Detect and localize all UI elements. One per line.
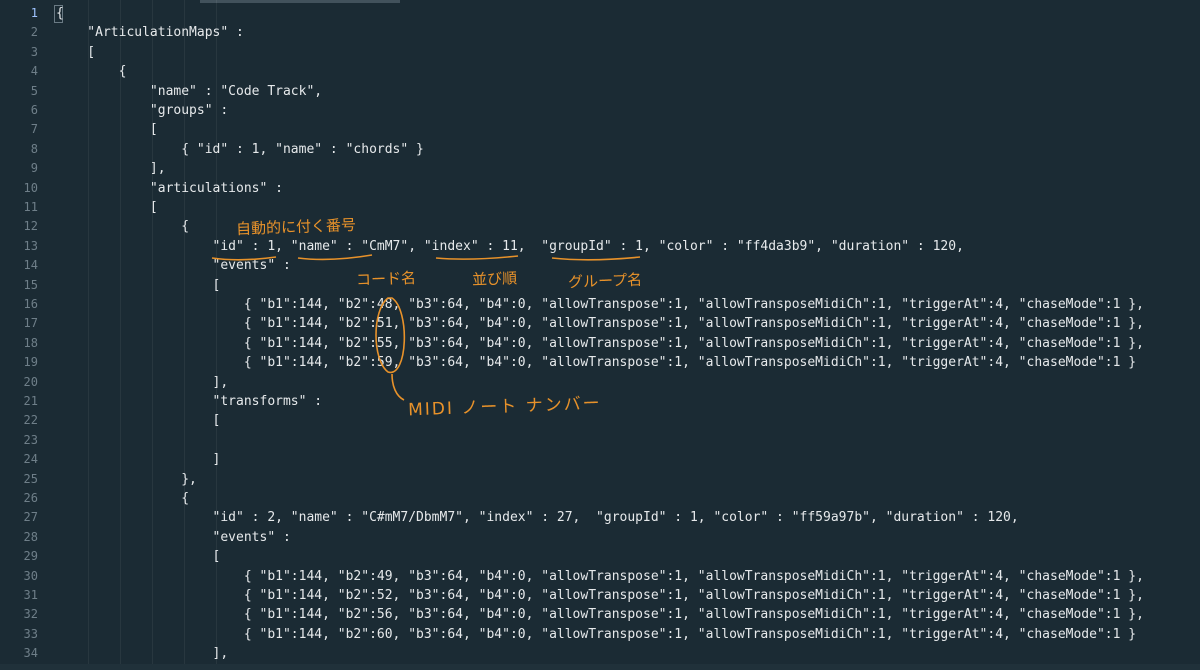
line-number: 11 — [23, 200, 38, 214]
line-number: 1 — [30, 6, 38, 20]
line-number: 21 — [23, 394, 38, 408]
code-line[interactable]: { "b1":144, "b2":59, "b3":64, "b4":0, "a… — [56, 353, 1136, 372]
code-line[interactable]: { — [56, 217, 189, 236]
code-line[interactable]: [ — [56, 547, 221, 566]
code-line[interactable]: [ — [56, 198, 158, 217]
annotation-group-name: グループ名 — [567, 270, 643, 292]
line-number: 15 — [23, 277, 38, 292]
code-line[interactable]: ] — [56, 450, 221, 469]
code-line[interactable]: { "b1":144, "b2":56, "b3":64, "b4":0, "a… — [56, 605, 1144, 624]
code-line[interactable]: { "b1":144, "b2":48, "b3":64, "b4":0, "a… — [56, 295, 1144, 314]
line-number: 25 — [23, 471, 38, 486]
code-line[interactable]: { "b1":144, "b2":52, "b3":64, "b4":0, "a… — [56, 586, 1144, 605]
line-number: 17 — [23, 316, 38, 331]
line-number: 7 — [30, 122, 38, 137]
line-number: 13 — [23, 238, 38, 253]
line-number: 30 — [23, 568, 38, 583]
line-number: 34 — [23, 646, 38, 661]
line-number: 8 — [30, 141, 38, 156]
code-line[interactable]: [ — [56, 276, 221, 295]
line-number: 28 — [23, 529, 38, 544]
code-line[interactable]: ], — [56, 373, 229, 392]
line-number: 6 — [30, 103, 38, 117]
line-number: 19 — [23, 355, 38, 370]
line-number: 29 — [23, 549, 38, 564]
underline-index — [435, 255, 519, 260]
code-line[interactable]: }, — [56, 470, 197, 489]
line-number: 27 — [23, 510, 38, 525]
line-number: 3 — [30, 44, 38, 59]
line-number: 9 — [30, 161, 38, 176]
code-line[interactable]: { "b1":144, "b2":51, "b3":64, "b4":0, "a… — [56, 314, 1144, 333]
annotation-chord-name: コード名 — [355, 268, 417, 290]
line-number: 2 — [30, 25, 38, 40]
line-number: 14 — [23, 258, 38, 273]
code-line[interactable]: ], — [56, 644, 229, 663]
code-line[interactable]: "articulations" : — [56, 179, 283, 198]
code-line[interactable]: [ — [56, 43, 95, 62]
code-line[interactable]: "ArticulationMaps" : — [56, 23, 244, 42]
code-line[interactable]: { "b1":144, "b2":55, "b3":64, "b4":0, "a… — [56, 334, 1144, 353]
line-number: 4 — [30, 64, 38, 79]
annotation-order: 並び順 — [471, 269, 518, 289]
code-line[interactable]: "events" : — [56, 528, 291, 547]
line-number-gutter: 1 2 3 4 5 6 7 8 9 10 11 12 13 14 15 16 17 18 19 20 21 22 23 24 2… — [0, 0, 48, 670]
line-number: 20 — [23, 374, 38, 389]
line-number: 16 — [23, 297, 38, 311]
line-number: 12 — [23, 219, 38, 234]
code-line[interactable]: { "id" : 1, "name" : "chords" } — [56, 140, 424, 159]
line-number: 26 — [23, 491, 38, 505]
line-number: 10 — [23, 180, 38, 195]
code-line[interactable]: [ — [56, 411, 221, 430]
code-editor[interactable]: 1 2 3 4 5 6 7 8 9 10 11 12 13 14 15 16 17 18 19 20 21 22 23 24 2… — [0, 0, 1200, 670]
code-line[interactable]: { — [56, 489, 189, 508]
underline-groupid — [551, 256, 641, 261]
line-number: 5 — [30, 83, 38, 98]
code-line[interactable]: "id" : 1, "name" : "CmM7", "index" : 11,… — [56, 237, 964, 256]
line-number: 32 — [23, 607, 38, 622]
code-line[interactable]: [ — [56, 120, 158, 139]
code-line[interactable]: ], — [56, 159, 166, 178]
status-bar — [0, 664, 1200, 670]
line-number: 33 — [23, 626, 38, 641]
code-line[interactable]: "transforms" : — [56, 392, 323, 411]
code-line[interactable]: { — [56, 62, 127, 81]
line-number: 24 — [23, 452, 38, 467]
line-number: 31 — [23, 588, 38, 602]
code-line[interactable]: { — [56, 4, 64, 23]
line-number: 18 — [23, 335, 38, 350]
code-line[interactable]: "events" : — [56, 256, 291, 275]
line-number: 22 — [23, 413, 38, 428]
code-line[interactable]: { "b1":144, "b2":60, "b3":64, "b4":0, "a… — [56, 625, 1136, 644]
code-line[interactable]: "id" : 2, "name" : "C#mM7/DbmM7", "index… — [56, 508, 1019, 527]
line-number: 23 — [23, 432, 38, 447]
annotation-auto-number: 自動的に付く番号 — [235, 215, 357, 239]
arrow-to-midi-label — [391, 373, 405, 401]
code-line[interactable]: { "b1":144, "b2":49, "b3":64, "b4":0, "a… — [56, 567, 1144, 586]
annotation-midi-note-number: MIDI ノート ナンバー — [407, 393, 602, 421]
code-line[interactable]: "name" : "Code Track", — [56, 82, 322, 101]
code-line[interactable]: "groups" : — [56, 101, 228, 120]
tab-strip-fragment — [200, 0, 400, 3]
